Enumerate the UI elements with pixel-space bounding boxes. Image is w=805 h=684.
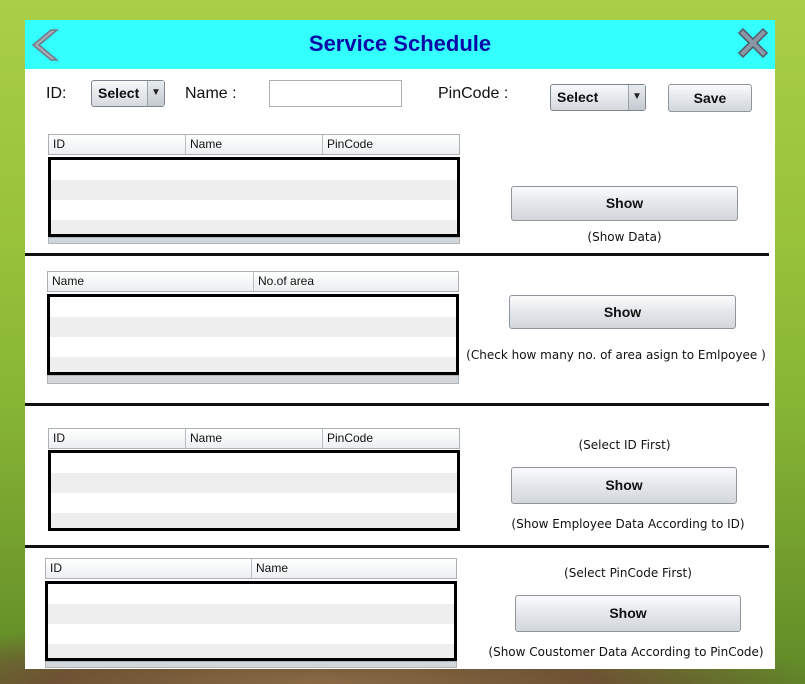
- grid-header: ID Name: [45, 558, 457, 579]
- grid-body[interactable]: [48, 157, 460, 237]
- grid-footer: [48, 237, 460, 244]
- table-row: [48, 644, 454, 658]
- id-select[interactable]: Select ▼: [91, 80, 165, 107]
- pincode-label: PinCode :: [438, 85, 509, 102]
- table-row: [51, 473, 457, 493]
- show-data-note: (Show Data): [587, 230, 662, 244]
- id-select-value: Select: [98, 85, 140, 101]
- table-row: [51, 513, 457, 528]
- chevron-down-icon[interactable]: ▼: [628, 85, 645, 110]
- close-x-icon[interactable]: [733, 23, 773, 63]
- table-row: [51, 160, 457, 180]
- name-input[interactable]: [269, 80, 402, 107]
- table-row: [50, 357, 456, 372]
- table-row: [48, 604, 454, 624]
- grid-body[interactable]: [47, 294, 459, 375]
- table-row: [50, 317, 456, 337]
- select-id-first-note: (Select ID First): [578, 438, 671, 452]
- column-header[interactable]: PinCode: [323, 429, 459, 448]
- area-count-note: (Check how many no. of area asign to Eml…: [466, 348, 766, 362]
- column-header[interactable]: Name: [252, 559, 456, 578]
- customer-data-note: (Show Coustomer Data According to PinCod…: [488, 645, 764, 659]
- grid-footer: [45, 661, 457, 668]
- table-row: [50, 297, 456, 317]
- service-schedule-window: Service Schedule ID: Select ▼ Name : Pin…: [25, 20, 775, 669]
- data-grid-section-3[interactable]: ID Name PinCode: [48, 428, 460, 531]
- show-data-button[interactable]: Show: [511, 186, 738, 221]
- grid-header: Name No.of area: [47, 271, 459, 292]
- table-row: [48, 624, 454, 644]
- table-row: [51, 200, 457, 220]
- title-bar: Service Schedule: [25, 20, 775, 69]
- table-row: [51, 453, 457, 473]
- show-customer-data-button[interactable]: Show: [515, 595, 741, 632]
- grid-body[interactable]: [48, 450, 460, 531]
- grid-header: ID Name PinCode: [48, 134, 460, 155]
- data-grid-section-4[interactable]: ID Name: [45, 558, 457, 669]
- column-header[interactable]: Name: [186, 429, 323, 448]
- show-employee-data-button[interactable]: Show: [511, 467, 737, 504]
- grid-footer: [47, 375, 459, 384]
- column-header[interactable]: PinCode: [323, 135, 459, 154]
- id-label: ID:: [46, 85, 67, 102]
- employee-data-note: (Show Employee Data According to ID): [511, 517, 745, 531]
- column-header[interactable]: ID: [49, 429, 186, 448]
- show-area-count-button[interactable]: Show: [509, 295, 736, 329]
- data-grid-section-2[interactable]: Name No.of area: [47, 271, 459, 384]
- table-row: [48, 584, 454, 604]
- column-header[interactable]: ID: [49, 135, 186, 154]
- select-pincode-first-note: (Select PinCode First): [564, 566, 692, 580]
- section-divider: [25, 403, 769, 406]
- pincode-select-value: Select: [557, 89, 599, 105]
- pincode-select[interactable]: Select ▼: [550, 84, 646, 111]
- data-grid-section-1[interactable]: ID Name PinCode: [48, 134, 460, 244]
- table-row: [51, 220, 457, 234]
- column-header[interactable]: No.of area: [254, 272, 458, 291]
- table-row: [51, 180, 457, 200]
- name-label: Name :: [185, 85, 237, 102]
- table-row: [51, 493, 457, 513]
- grid-body[interactable]: [45, 581, 457, 661]
- save-button[interactable]: Save: [668, 84, 752, 112]
- table-row: [50, 337, 456, 357]
- grid-header: ID Name PinCode: [48, 428, 460, 449]
- page-title: Service Schedule: [308, 31, 492, 56]
- section-divider: [25, 545, 769, 548]
- section-divider: [25, 253, 769, 256]
- column-header[interactable]: ID: [46, 559, 252, 578]
- column-header[interactable]: Name: [48, 272, 254, 291]
- column-header[interactable]: Name: [186, 135, 323, 154]
- chevron-down-icon[interactable]: ▼: [147, 81, 164, 106]
